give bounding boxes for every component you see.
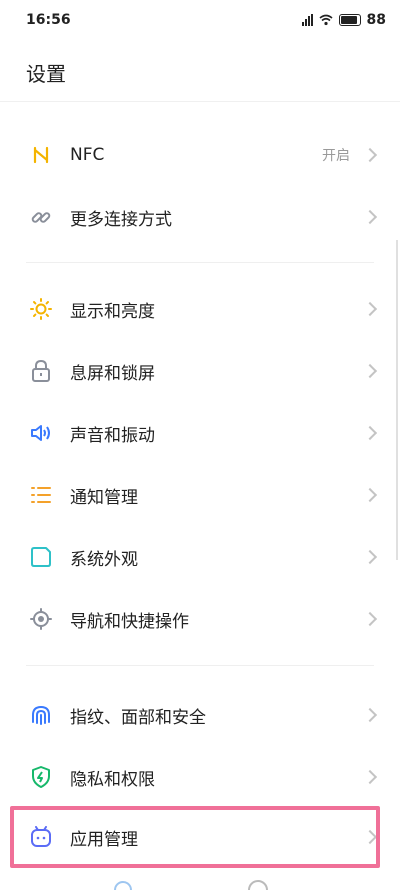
settings-row-display[interactable]: 显示和亮度 xyxy=(0,278,400,340)
settings-row-navigation[interactable]: 导航和快捷操作 xyxy=(0,588,400,650)
nfc-label: NFC xyxy=(70,145,105,165)
notifications-label: 通知管理 xyxy=(70,487,138,508)
display-label: 显示和亮度 xyxy=(70,301,155,322)
battery-icon xyxy=(338,14,361,26)
selection-highlight xyxy=(10,806,380,868)
nfc-icon xyxy=(30,144,52,166)
section-divider xyxy=(26,262,374,263)
settings-row-appearance[interactable]: 系统外观 xyxy=(0,526,400,588)
page-title: 设置 xyxy=(26,62,66,86)
signal-icon xyxy=(301,14,313,26)
chevron-right-icon xyxy=(362,611,378,627)
status-icons: 88 xyxy=(301,12,386,28)
more-connections-label: 更多连接方式 xyxy=(70,209,172,230)
settings-row-sound[interactable]: 声音和振动 xyxy=(0,402,400,464)
section-divider xyxy=(26,665,374,666)
link-icon xyxy=(30,206,52,228)
chevron-right-icon xyxy=(362,549,378,565)
brightness-icon xyxy=(30,298,52,320)
status-bar: 16:56 88 xyxy=(0,0,400,40)
fingerprint-icon xyxy=(30,704,52,726)
settings-row-nfc[interactable]: NFC 开启 xyxy=(0,124,400,186)
shield-icon xyxy=(30,766,52,788)
chevron-right-icon xyxy=(362,363,378,379)
battery-percent: 88 xyxy=(366,12,386,28)
appearance-icon xyxy=(30,546,52,568)
sound-icon xyxy=(30,422,52,444)
nfc-status-value: 开启 xyxy=(322,148,350,164)
chevron-right-icon xyxy=(362,425,378,441)
security-label: 指纹、面部和安全 xyxy=(70,707,206,728)
lock-icon xyxy=(30,360,52,382)
settings-row-lockscreen[interactable]: 息屏和锁屏 xyxy=(0,340,400,402)
sound-label: 声音和振动 xyxy=(70,425,155,446)
settings-row-privacy[interactable]: 隐私和权限 xyxy=(0,746,400,808)
appearance-label: 系统外观 xyxy=(70,549,138,570)
wifi-icon xyxy=(319,14,333,26)
chevron-right-icon xyxy=(362,769,378,785)
chevron-right-icon xyxy=(362,707,378,723)
chevron-right-icon xyxy=(362,301,378,317)
notification-list-icon xyxy=(30,484,52,506)
navigation-icon xyxy=(30,608,52,630)
navigation-label: 导航和快捷操作 xyxy=(70,611,189,632)
privacy-label: 隐私和权限 xyxy=(70,769,155,790)
chevron-right-icon xyxy=(362,209,378,225)
status-time: 16:56 xyxy=(26,12,71,28)
chevron-right-icon xyxy=(362,147,378,163)
chevron-right-icon xyxy=(362,487,378,503)
settings-row-security[interactable]: 指纹、面部和安全 xyxy=(0,684,400,746)
settings-row-more-connections[interactable]: 更多连接方式 xyxy=(0,186,400,248)
lockscreen-label: 息屏和锁屏 xyxy=(70,363,155,384)
bottom-partial-icons xyxy=(114,880,268,890)
settings-row-notifications[interactable]: 通知管理 xyxy=(0,464,400,526)
page-header: 设置 xyxy=(0,40,400,102)
